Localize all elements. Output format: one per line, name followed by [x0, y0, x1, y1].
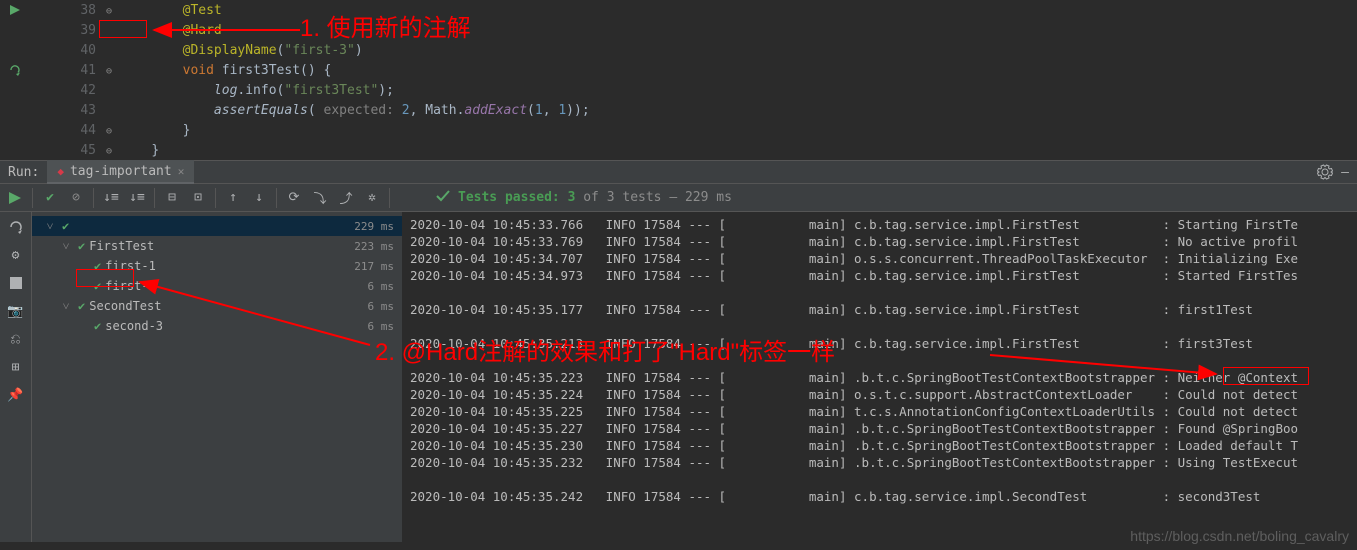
debug-icon[interactable]: ⚙ [7, 246, 25, 264]
run-side-toolbar: ⚙ 📷 ⎌ ⊞ 📌 [0, 212, 32, 542]
collapse-button[interactable]: ⊡ [187, 187, 209, 209]
console-output[interactable]: 2020-10-04 10:45:33.766 INFO 17584 --- [… [402, 212, 1357, 542]
history-button[interactable]: ⟳ [283, 187, 305, 209]
import-button[interactable]: ⤵ [309, 187, 331, 209]
tab-label: tag-important [70, 164, 172, 179]
next-button[interactable]: ↓ [248, 187, 270, 209]
run-button[interactable] [4, 187, 26, 209]
check-icon [436, 189, 450, 207]
tree-row[interactable]: ˅✔FirstTest223 ms [32, 236, 402, 256]
expand-button[interactable]: ⊟ [161, 187, 183, 209]
sort-button[interactable]: ↓≡ [100, 187, 122, 209]
gear-icon[interactable] [1317, 164, 1333, 180]
code-editor[interactable]: 38⊖ @Test39 @Hard40 @DisplayName("first-… [0, 0, 1357, 160]
stop-icon[interactable] [7, 274, 25, 292]
tree-row[interactable]: ˅✔SecondTest6 ms [32, 296, 402, 316]
close-icon[interactable]: ✕ [178, 165, 185, 178]
sort-alpha-button[interactable]: ↓≡ [126, 187, 148, 209]
tree-row[interactable]: ✔first-1217 ms [32, 256, 402, 276]
prev-button[interactable]: ↑ [222, 187, 244, 209]
run-label: Run: [8, 165, 39, 180]
settings-button[interactable]: ✲ [361, 187, 383, 209]
rerun-icon[interactable] [7, 218, 25, 236]
pin-icon[interactable]: 📌 [7, 386, 25, 404]
run-content: ⚙ 📷 ⎌ ⊞ 📌 ˅✔229 ms˅✔FirstTest223 ms✔firs… [0, 212, 1357, 542]
junit-icon: ◆ [57, 165, 64, 178]
tree-row[interactable]: ˅✔229 ms [32, 216, 402, 236]
watermark: https://blog.csdn.net/boling_cavalry [1130, 528, 1349, 544]
tree-row[interactable]: ✔first-36 ms [32, 276, 402, 296]
export-button[interactable]: ⤴ [335, 187, 357, 209]
run-config-tab[interactable]: ◆ tag-important ✕ [47, 160, 194, 184]
camera-icon[interactable]: 📷 [7, 302, 25, 320]
test-toolbar: ✔ ⊘ ↓≡ ↓≡ ⊟ ⊡ ↑ ↓ ⟳ ⤵ ⤴ ✲ Tests passed: … [0, 184, 1357, 212]
show-ignored-button[interactable]: ⊘ [65, 187, 87, 209]
layout-icon[interactable]: ⊞ [7, 358, 25, 376]
tests-status: Tests passed: 3 of 3 tests – 229 ms [454, 190, 732, 205]
show-passed-button[interactable]: ✔ [39, 187, 61, 209]
hide-icon[interactable]: — [1341, 165, 1349, 180]
run-tool-window-header: Run: ◆ tag-important ✕ — [0, 160, 1357, 184]
tree-row[interactable]: ✔second-36 ms [32, 316, 402, 336]
exit-icon[interactable]: ⎌ [7, 330, 25, 348]
test-tree[interactable]: ˅✔229 ms˅✔FirstTest223 ms✔first-1217 ms✔… [32, 212, 402, 542]
